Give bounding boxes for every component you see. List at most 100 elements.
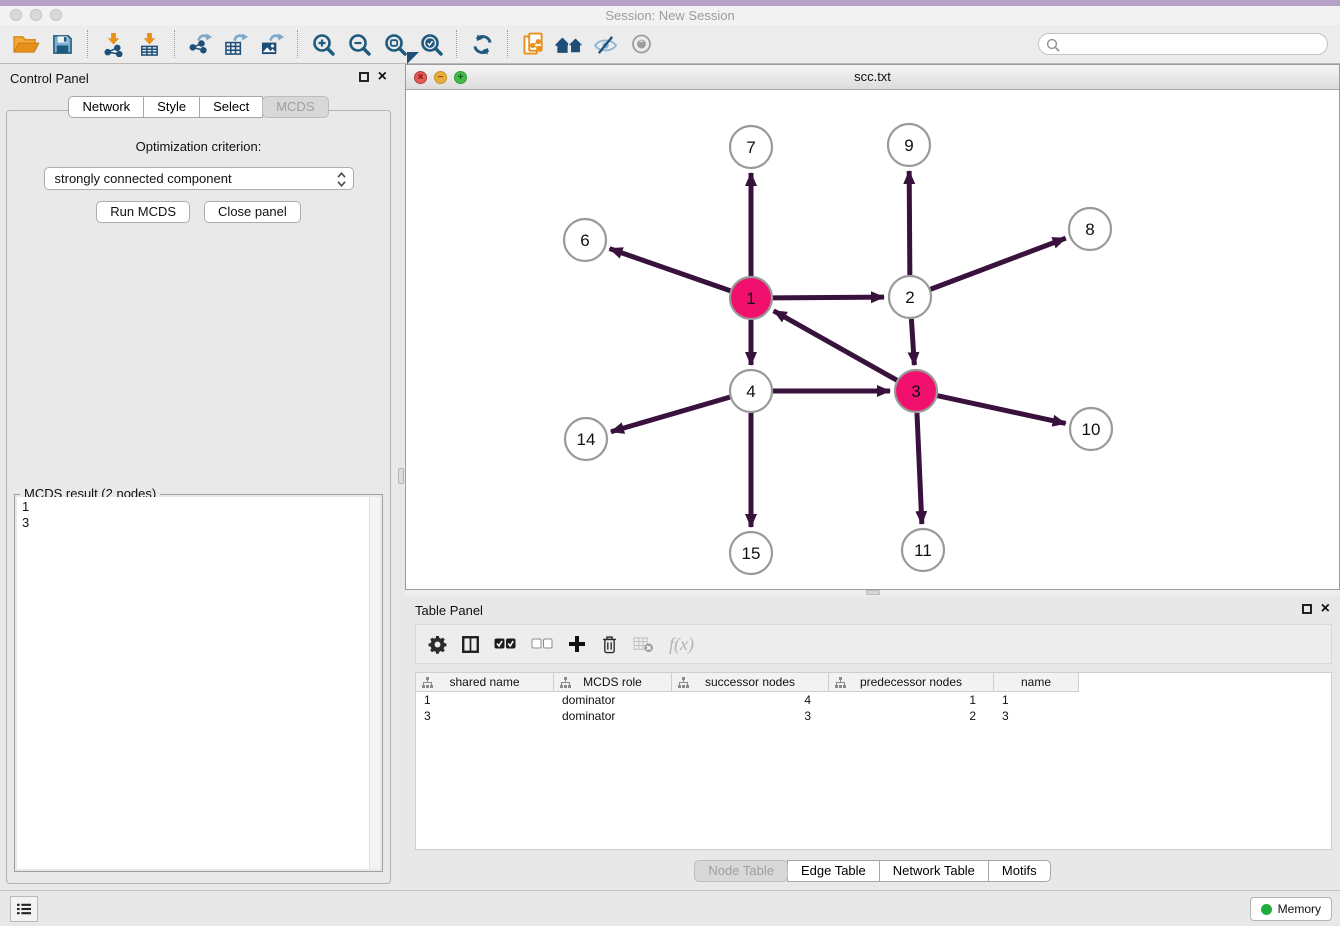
edge-3-10[interactable]: [937, 396, 1065, 424]
frame-minimize-button[interactable]: −: [434, 71, 447, 84]
export-network-button[interactable]: [182, 27, 218, 61]
select-all-button[interactable]: [494, 638, 516, 650]
hierarchy-icon: [560, 677, 571, 688]
toggle-panel-split-button[interactable]: [462, 636, 479, 653]
zoom-in-button[interactable]: [305, 27, 341, 61]
table-row[interactable]: 1dominator411: [416, 692, 1331, 708]
table-panel-title: Table Panel: [405, 596, 1340, 618]
export-table-button[interactable]: [218, 27, 254, 61]
edge-2-9[interactable]: [909, 171, 910, 275]
cell-shared-name[interactable]: 3: [416, 708, 554, 724]
cell-successor-nodes[interactable]: 3: [672, 708, 829, 724]
unselect-all-button[interactable]: [531, 638, 553, 650]
search-input[interactable]: [1065, 35, 1319, 53]
edge-1-2[interactable]: [773, 297, 884, 298]
column-header-successor-nodes[interactable]: successor nodes: [672, 673, 829, 692]
gear-icon: [428, 635, 447, 654]
clone-network-button[interactable]: [515, 27, 551, 61]
cell-mcds-role[interactable]: dominator: [554, 692, 672, 708]
edge-3-11[interactable]: [917, 413, 922, 524]
optimization-label: Optimization criterion:: [7, 139, 390, 154]
save-button[interactable]: [44, 27, 80, 61]
zoom-window-button[interactable]: [50, 9, 62, 21]
add-column-button[interactable]: [568, 635, 586, 653]
home-button[interactable]: [551, 27, 587, 61]
tab-network[interactable]: Network: [68, 96, 144, 118]
export-image-button[interactable]: [254, 27, 290, 61]
table-panel-header: Table Panel ×: [405, 596, 1340, 620]
apply-function-button[interactable]: f(x): [669, 634, 694, 655]
minimize-window-button[interactable]: [30, 9, 42, 21]
node-label-10: 10: [1082, 420, 1101, 439]
criterion-dropdown[interactable]: strongly connected component: [44, 167, 354, 190]
tab-motifs[interactable]: Motifs: [988, 860, 1051, 882]
hide-button[interactable]: [587, 27, 623, 61]
memory-button[interactable]: Memory: [1250, 897, 1332, 921]
float-panel-icon[interactable]: [1302, 604, 1312, 614]
edge-3-1[interactable]: [774, 311, 897, 380]
search-icon: [1046, 38, 1060, 52]
tab-network-table[interactable]: Network Table: [879, 860, 989, 882]
result-scrollbar[interactable]: [369, 497, 380, 869]
column-header-mcds-role[interactable]: MCDS role: [554, 673, 672, 692]
memory-status-icon: [1261, 904, 1272, 915]
node-label-8: 8: [1085, 220, 1094, 239]
mcds-result-list: 13: [17, 497, 380, 531]
import-network-button[interactable]: [95, 27, 131, 61]
node-label-7: 7: [746, 138, 755, 157]
cell-predecessor-nodes[interactable]: 2: [829, 708, 994, 724]
toolbar-separator: [297, 30, 298, 58]
toolbar-separator: [456, 30, 457, 58]
table-row[interactable]: 3dominator323: [416, 708, 1331, 724]
show-button[interactable]: [623, 27, 659, 61]
import-table-button[interactable]: [131, 27, 167, 61]
node-label-14: 14: [577, 430, 596, 449]
node-label-15: 15: [742, 544, 761, 563]
edge-2-8[interactable]: [931, 238, 1066, 289]
column-header-predecessor-nodes[interactable]: predecessor nodes: [829, 673, 994, 692]
cell-shared-name[interactable]: 1: [416, 692, 554, 708]
refresh-button[interactable]: [464, 27, 500, 61]
task-history-button[interactable]: [10, 896, 38, 922]
zoom-fit-icon: [383, 32, 407, 56]
close-panel-button[interactable]: Close panel: [204, 201, 301, 223]
tab-style[interactable]: Style: [143, 96, 200, 118]
cell-mcds-role[interactable]: dominator: [554, 708, 672, 724]
tab-select[interactable]: Select: [199, 96, 263, 118]
cell-name[interactable]: 3: [994, 708, 1079, 724]
tab-node-table[interactable]: Node Table: [694, 860, 788, 882]
tab-mcds[interactable]: MCDS: [262, 96, 328, 118]
cell-successor-nodes[interactable]: 4: [672, 692, 829, 708]
node-label-9: 9: [904, 136, 913, 155]
close-window-button[interactable]: [10, 9, 22, 21]
cell-name[interactable]: 1: [994, 692, 1079, 708]
close-panel-icon[interactable]: ×: [1321, 603, 1330, 614]
run-mcds-button[interactable]: Run MCDS: [96, 201, 190, 223]
network-canvas[interactable]: 7968124314101511: [406, 90, 1339, 589]
frame-close-button[interactable]: ×: [414, 71, 427, 84]
open-folder-button[interactable]: [8, 27, 44, 61]
network-frame-titlebar[interactable]: × − + scc.txt: [406, 65, 1339, 90]
import-table-icon: [138, 32, 161, 57]
node-label-4: 4: [746, 382, 755, 401]
edge-4-14[interactable]: [611, 397, 730, 432]
float-panel-icon[interactable]: [359, 72, 369, 82]
cell-predecessor-nodes[interactable]: 1: [829, 692, 994, 708]
column-header-name[interactable]: name: [994, 673, 1079, 692]
vertical-splitter-grip[interactable]: [398, 468, 404, 484]
zoom-out-button[interactable]: [341, 27, 377, 61]
horizontal-splitter-grip[interactable]: [866, 590, 880, 595]
tab-edge-table[interactable]: Edge Table: [787, 860, 880, 882]
column-header-shared-name[interactable]: shared name: [416, 673, 554, 692]
edge-1-6[interactable]: [610, 249, 731, 291]
titlebar: Session: New Session: [0, 6, 1340, 25]
toolbar-separator: [507, 30, 508, 58]
main-area: Control Panel × NetworkStyleSelectMCDS O…: [0, 64, 1340, 890]
search-field: [1038, 33, 1328, 55]
frame-maximize-button[interactable]: +: [454, 71, 467, 84]
delete-table-button[interactable]: [633, 636, 654, 653]
edge-2-3[interactable]: [911, 319, 914, 365]
table-settings-button[interactable]: [428, 635, 447, 654]
delete-column-button[interactable]: [601, 635, 618, 654]
close-panel-icon[interactable]: ×: [378, 71, 387, 82]
